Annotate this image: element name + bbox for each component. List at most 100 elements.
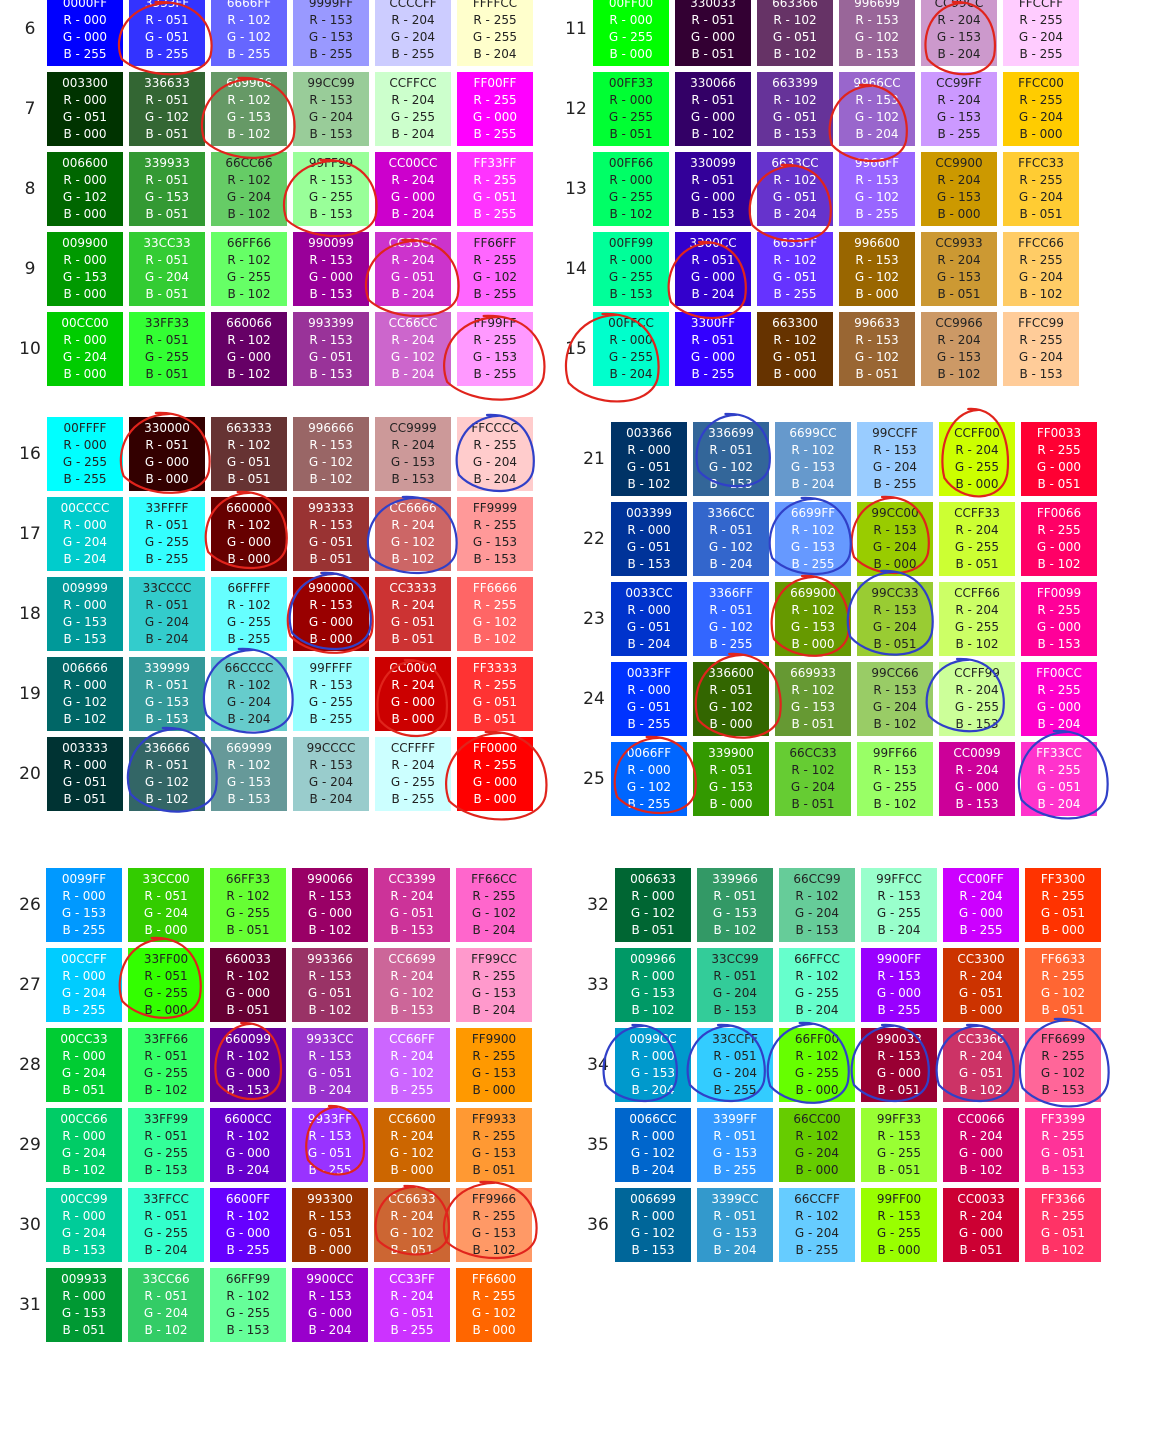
hex-code: CCFF00 [954, 426, 1000, 440]
green-value: G - 051 [389, 1306, 435, 1320]
hex-code: 009999 [62, 581, 108, 595]
hex-code: FF6699 [1040, 1032, 1086, 1046]
color-swatch: 66FFCC R - 102 G - 255 B - 204 [779, 948, 855, 1022]
hex-code: 66FF99 [225, 1272, 271, 1286]
red-value: R - 102 [226, 1209, 270, 1223]
hex-code: 00CC66 [60, 1112, 108, 1126]
blue-value: B - 204 [691, 287, 735, 301]
hex-code: CC9999 [389, 421, 437, 435]
red-value: R - 051 [145, 598, 189, 612]
red-value: R - 102 [227, 253, 271, 267]
color-swatch: CC6699 R - 204 G - 102 B - 153 [374, 948, 450, 1022]
color-swatch: CC3333 R - 204 G - 051 B - 051 [375, 577, 451, 651]
green-value: G - 102 [144, 775, 190, 789]
row-number: 24 [583, 689, 605, 709]
color-swatch: CC3366 R - 204 G - 051 B - 102 [943, 1028, 1019, 1102]
color-swatch: CC99CC R - 204 G - 153 B - 204 [921, 0, 997, 66]
green-value: G - 153 [61, 1306, 107, 1320]
color-swatch: 663300 R - 102 G - 051 B - 000 [757, 312, 833, 386]
green-value: G - 204 [1018, 270, 1064, 284]
color-swatch: 66CCCC R - 102 G - 204 B - 204 [211, 657, 287, 731]
red-value: R - 102 [226, 1129, 270, 1143]
blue-value: B - 204 [308, 1083, 352, 1097]
blue-value: B - 255 [795, 1243, 839, 1257]
blue-value: B - 051 [390, 1243, 434, 1257]
blue-value: B - 000 [795, 1163, 839, 1177]
green-value: G - 204 [794, 1226, 840, 1240]
green-value: G - 153 [936, 30, 982, 44]
green-value: G - 255 [954, 540, 1000, 554]
color-swatch: CC00FF R - 204 G - 000 B - 255 [943, 868, 1019, 942]
green-value: G - 153 [790, 540, 836, 554]
hex-code: 003366 [626, 426, 672, 440]
color-swatch: 993366 R - 153 G - 051 B - 102 [292, 948, 368, 1022]
color-swatch: 0099FF R - 000 G - 153 B - 255 [46, 868, 122, 942]
color-swatch: FF33FF R - 255 G - 051 B - 255 [457, 152, 533, 226]
green-value: G - 000 [876, 1066, 922, 1080]
blue-value: B - 051 [791, 717, 835, 731]
green-value: G - 255 [472, 30, 518, 44]
blue-value: B - 204 [226, 1163, 270, 1177]
color-swatch: 669933 R - 102 G - 153 B - 051 [775, 662, 851, 736]
color-swatch: 9900FF R - 153 G - 000 B - 255 [861, 948, 937, 1022]
blue-value: B - 102 [144, 1083, 188, 1097]
hex-code: FF66CC [471, 872, 517, 886]
blue-value: B - 204 [473, 472, 517, 486]
color-swatch: 339999 R - 051 G - 153 B - 153 [129, 657, 205, 731]
color-swatch: 00FF66 R - 000 G - 255 B - 102 [593, 152, 669, 226]
green-value: G - 000 [225, 986, 271, 1000]
blue-value: B - 102 [713, 923, 757, 937]
blue-value: B - 000 [791, 637, 835, 651]
red-value: R - 000 [63, 13, 107, 27]
hex-code: 336600 [708, 666, 754, 680]
green-value: G - 153 [471, 1226, 517, 1240]
green-value: G - 204 [390, 30, 436, 44]
blue-value: B - 000 [63, 127, 107, 141]
hex-code: 336633 [144, 76, 190, 90]
green-value: G - 102 [389, 1226, 435, 1240]
hex-code: 669966 [226, 76, 272, 90]
green-value: G - 255 [954, 460, 1000, 474]
green-value: G - 051 [1040, 1146, 1086, 1160]
blue-value: B - 153 [391, 472, 435, 486]
color-swatch: 99FF00 R - 153 G - 255 B - 000 [861, 1188, 937, 1262]
hex-code: CCFF33 [954, 506, 1000, 520]
blue-value: B - 204 [391, 287, 435, 301]
green-value: G - 255 [390, 775, 436, 789]
blue-value: B - 102 [1041, 1243, 1085, 1257]
color-swatch: CC33FF R - 204 G - 051 B - 255 [374, 1268, 450, 1342]
green-value: G - 102 [389, 986, 435, 1000]
color-swatch: 003300 R - 000 G - 051 B - 000 [47, 72, 123, 146]
color-swatch: FF66CC R - 255 G - 102 B - 204 [456, 868, 532, 942]
red-value: R - 153 [873, 523, 917, 537]
blue-value: B - 102 [63, 712, 107, 726]
color-swatch: FFCCCC R - 255 G - 204 B - 204 [457, 417, 533, 491]
hex-code: 339900 [708, 746, 754, 760]
color-swatch: 0066FF R - 000 G - 102 B - 255 [611, 742, 687, 816]
blue-value: B - 153 [309, 207, 353, 221]
blue-value: B - 255 [1019, 47, 1063, 61]
hex-code: 00FF33 [608, 76, 654, 90]
green-value: G - 153 [712, 906, 758, 920]
hex-code: 99FFCC [876, 872, 922, 886]
green-value: G - 204 [61, 1146, 107, 1160]
row-number: 19 [19, 684, 41, 704]
red-value: R - 153 [877, 969, 921, 983]
red-value: R - 051 [145, 438, 189, 452]
color-swatch: 33FFFF R - 051 G - 255 B - 255 [129, 497, 205, 571]
row-number: 32 [587, 895, 609, 915]
red-value: R - 102 [227, 678, 271, 692]
hex-code: FF6600 [471, 1272, 517, 1286]
hex-code: 990000 [308, 581, 354, 595]
hex-code: 006600 [62, 156, 108, 170]
hex-code: 990033 [876, 1032, 922, 1046]
red-value: R - 204 [391, 13, 435, 27]
hex-code: 6633CC [771, 156, 819, 170]
blue-value: B - 051 [609, 127, 653, 141]
red-value: R - 153 [309, 678, 353, 692]
hex-code: FFCC66 [1018, 236, 1064, 250]
green-value: G - 102 [144, 110, 190, 124]
red-value: R - 051 [145, 758, 189, 772]
red-value: R - 102 [791, 763, 835, 777]
blue-value: B - 000 [795, 1083, 839, 1097]
